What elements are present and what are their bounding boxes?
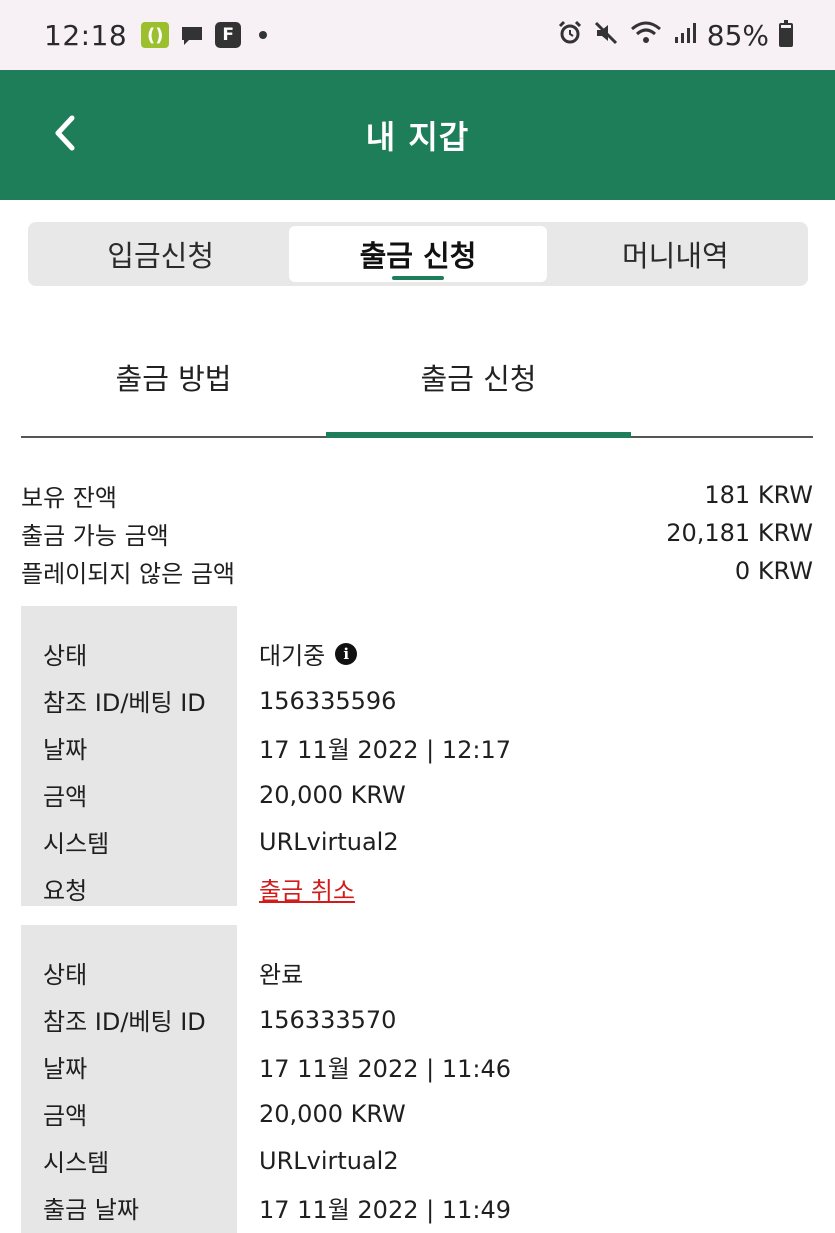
mute-icon [593, 20, 619, 50]
wifi-icon [629, 20, 663, 50]
reference-id-value: 156335596 [259, 686, 397, 715]
subtab-withdraw-method[interactable]: 출금 방법 [21, 320, 326, 436]
back-button[interactable] [40, 108, 90, 158]
amount-value: 20,000 KRW [259, 780, 406, 809]
cancel-withdraw-link[interactable]: 출금 취소 [259, 871, 355, 906]
balance-row-withdrawable: 출금 가능 금액 20,181 KRW [21, 514, 813, 552]
status-bar-right: 85% [557, 19, 793, 52]
withdraw-subtabs: 출금 방법 출금 신청 [21, 320, 813, 438]
balance-value: 0 KRW [734, 557, 813, 585]
record-values: 대기중 i 156335596 17 11월 2022 | 12:17 20,0… [237, 606, 813, 906]
record-label: 상태 [43, 642, 88, 670]
battery-icon [779, 20, 793, 47]
record-labels: 상태 참조 ID/베팅 ID 날짜 금액 시스템 출금 날짜 [21, 925, 237, 1233]
notification-dot-icon [259, 31, 268, 39]
record-label: 참조 ID/베팅 ID [43, 1008, 206, 1036]
green-app-icon: () [141, 22, 170, 48]
amount-value: 20,000 KRW [259, 1099, 406, 1128]
balance-label: 플레이되지 않은 금액 [21, 559, 235, 588]
info-icon[interactable]: i [335, 642, 358, 665]
date-value: 17 11월 2022 | 11:46 [259, 1055, 512, 1083]
record-label: 시스템 [43, 830, 110, 858]
record-values: 완료 156333570 17 11월 2022 | 11:46 20,000 … [237, 925, 813, 1233]
status-value: 완료 [259, 961, 304, 989]
request-row: 출금 취소 [259, 865, 813, 912]
record-label: 날짜 [43, 736, 88, 764]
record-label: 시스템 [43, 1149, 110, 1177]
clock: 12:18 [44, 18, 128, 52]
balance-value: 20,181 KRW [666, 519, 813, 547]
balance-label: 보유 잔액 [21, 483, 117, 512]
record-label: 금액 [43, 1102, 88, 1130]
record-label: 출금 날짜 [43, 1196, 139, 1224]
record-label: 금액 [43, 783, 88, 811]
record-label: 요청 [43, 877, 88, 905]
balance-value: 181 KRW [704, 481, 813, 509]
record-label: 참조 ID/베팅 ID [43, 689, 206, 717]
balance-label: 출금 가능 금액 [21, 521, 169, 550]
status-value: 대기중 [259, 642, 326, 670]
reference-id-value: 156333570 [259, 1005, 397, 1034]
date-value: 17 11월 2022 | 12:17 [259, 736, 512, 764]
page-title: 내 지갑 [365, 118, 470, 156]
tab-deposit[interactable]: 입금신청 [32, 226, 289, 282]
chat-icon [179, 24, 205, 46]
f-app-icon: F [215, 22, 242, 48]
withdraw-record: 상태 참조 ID/베팅 ID 날짜 금액 시스템 요청 대기중 i 156335… [21, 606, 813, 906]
battery-level: 85% [706, 18, 769, 52]
subtab-withdraw-request[interactable]: 출금 신청 [326, 320, 631, 438]
withdraw-date-value: 17 11월 2022 | 11:49 [259, 1196, 512, 1224]
record-label: 상태 [43, 961, 88, 989]
status-bar: 12:18 () F 85% [0, 0, 835, 70]
balance-row-held: 보유 잔액 181 KRW [21, 476, 813, 514]
balance-row-unplayed: 플레이되지 않은 금액 0 KRW [21, 552, 813, 590]
tab-withdraw[interactable]: 출금 신청 [289, 226, 547, 282]
system-value: URLvirtual2 [259, 827, 399, 856]
wallet-tabs: 입금신청 출금 신청 머니내역 [28, 222, 808, 286]
record-label: 날짜 [43, 1055, 88, 1083]
record-labels: 상태 참조 ID/베팅 ID 날짜 금액 시스템 요청 [21, 606, 237, 906]
system-value: URLvirtual2 [259, 1146, 399, 1175]
app-bar: 내 지갑 [0, 70, 835, 200]
status-bar-left: 12:18 () F [44, 18, 268, 52]
balance-summary: 보유 잔액 181 KRW 출금 가능 금액 20,181 KRW 플레이되지 … [21, 476, 813, 590]
status-value-row: 대기중 i [259, 630, 813, 677]
signal-icon [673, 21, 697, 49]
alarm-icon [557, 20, 583, 50]
tab-money-history[interactable]: 머니내역 [547, 226, 804, 282]
chevron-left-icon [55, 115, 75, 151]
withdraw-record: 상태 참조 ID/베팅 ID 날짜 금액 시스템 출금 날짜 완료 156333… [21, 925, 813, 1233]
